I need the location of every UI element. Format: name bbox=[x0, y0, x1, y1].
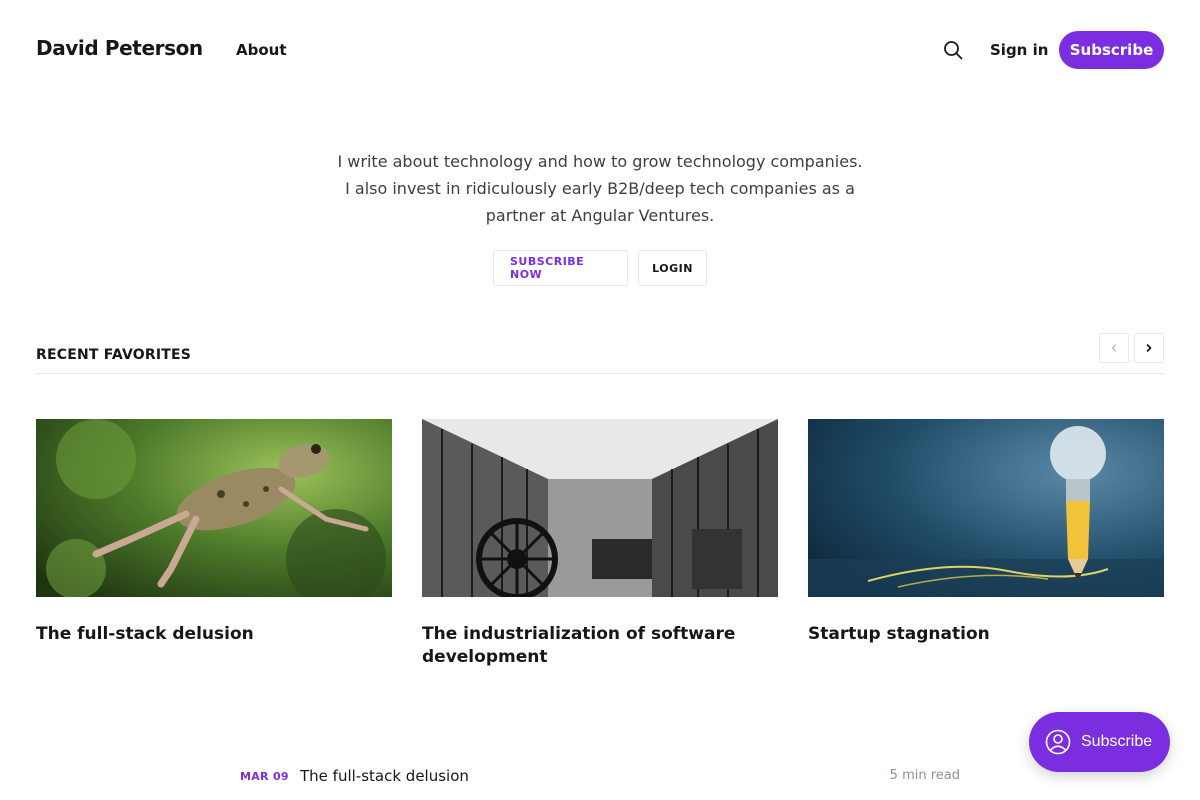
post-card-title[interactable]: Startup stagnation bbox=[808, 623, 1164, 646]
search-icon bbox=[944, 41, 963, 60]
floating-subscribe-label: Subscribe bbox=[1081, 733, 1153, 750]
post-card-title[interactable]: The industrialization of software develo… bbox=[422, 623, 778, 669]
header-subscribe-button[interactable]: Subscribe bbox=[1059, 31, 1164, 69]
frog-image[interactable] bbox=[36, 419, 392, 597]
post-title[interactable]: The full-stack delusion bbox=[300, 767, 469, 785]
post-card-title[interactable]: The full-stack delusion bbox=[36, 623, 392, 646]
hero-line-3: partner at Angular Ventures. bbox=[485, 206, 715, 225]
user-circle-icon bbox=[1045, 729, 1071, 755]
sign-in-link[interactable]: Sign in bbox=[990, 41, 1048, 59]
post-card[interactable]: The full-stack delusion bbox=[36, 419, 392, 646]
hero-line-1: I write about technology and how to grow… bbox=[337, 152, 863, 171]
factory-engraving-image[interactable] bbox=[422, 419, 778, 597]
section-title: RECENT FAVORITES bbox=[36, 347, 192, 363]
site-header: David Peterson About Sign in Subscribe bbox=[0, 0, 1200, 100]
hero-line-2: I also invest in ridiculously early B2B/… bbox=[345, 179, 855, 198]
post-list-item[interactable]: MAR 09 The full-stack delusion 5 min rea… bbox=[240, 765, 960, 789]
chevron-right-icon bbox=[1146, 344, 1152, 352]
login-button[interactable]: LOGIN bbox=[638, 250, 707, 286]
recent-favorites-header: RECENT FAVORITES bbox=[36, 330, 1164, 374]
carousel-prev-button[interactable] bbox=[1099, 333, 1129, 363]
post-read-time: 5 min read bbox=[889, 768, 960, 783]
carousel-next-button[interactable] bbox=[1134, 333, 1164, 363]
post-card[interactable]: Startup stagnation bbox=[808, 419, 1164, 646]
subscribe-now-button[interactable]: SUBSCRIBE NOW bbox=[493, 250, 628, 286]
hero-description: I write about technology and how to grow… bbox=[300, 148, 900, 229]
site-brand[interactable]: David Peterson bbox=[36, 36, 203, 60]
lightbulb-pencil-image[interactable] bbox=[808, 419, 1164, 597]
chevron-left-icon bbox=[1111, 344, 1117, 352]
nav-link-about[interactable]: About bbox=[236, 41, 287, 59]
post-card[interactable]: The industrialization of software develo… bbox=[422, 419, 778, 669]
post-date: MAR 09 bbox=[240, 770, 289, 783]
hero-actions: SUBSCRIBE NOW LOGIN bbox=[493, 250, 707, 286]
search-button[interactable] bbox=[940, 36, 966, 64]
floating-subscribe-button[interactable]: Subscribe bbox=[1029, 712, 1170, 772]
